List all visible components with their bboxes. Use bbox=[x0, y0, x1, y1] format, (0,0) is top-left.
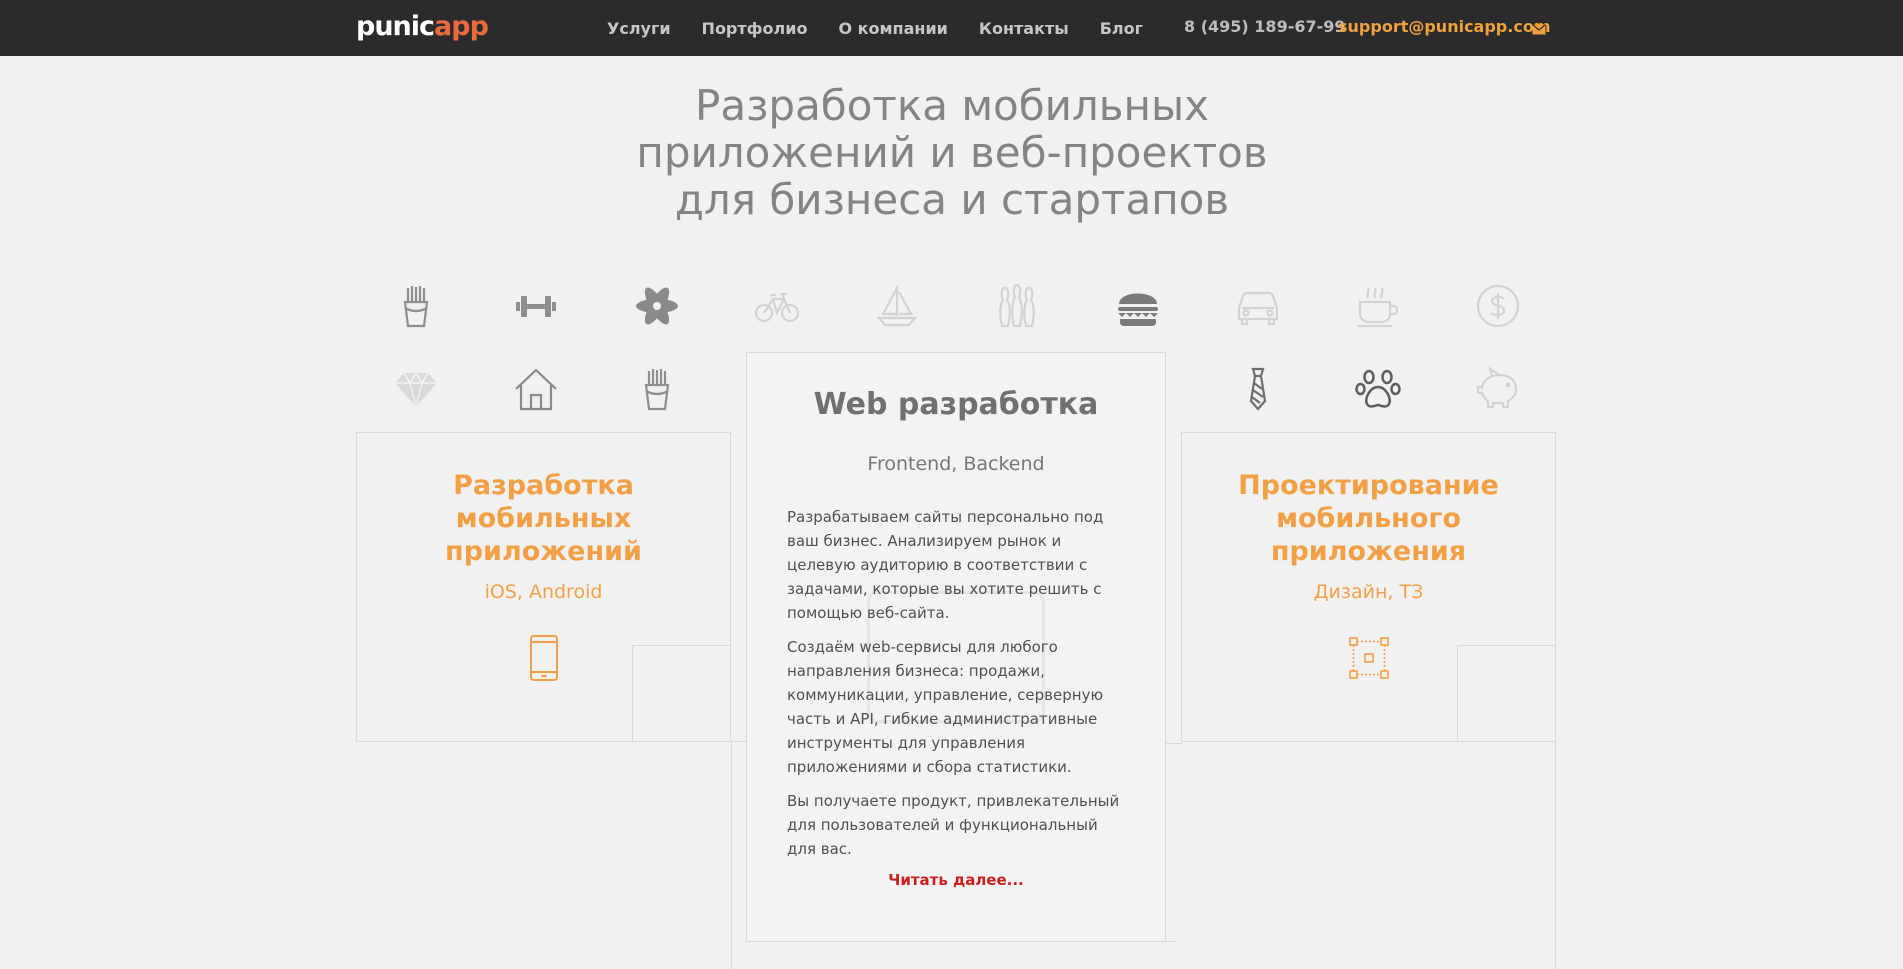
sailboat-icon bbox=[873, 282, 921, 330]
phone-number[interactable]: 8 (495) 189-67-99 bbox=[1184, 17, 1346, 36]
main-nav: Услуги Портфолио О компании Контакты Бло… bbox=[607, 0, 1174, 56]
card-title-line: Проектирование bbox=[1238, 470, 1499, 501]
coffee-cup-icon bbox=[1354, 282, 1402, 330]
divider bbox=[731, 741, 732, 969]
necktie-icon bbox=[1234, 365, 1282, 413]
top-navigation-bar: punicapp Услуги Портфолио О компании Кон… bbox=[0, 0, 1903, 56]
card-subtitle: Дизайн, ТЗ bbox=[1313, 581, 1424, 603]
bowling-pins-icon bbox=[993, 282, 1041, 330]
card-corner-notch bbox=[1457, 645, 1556, 742]
description-paragraph: Вы получаете продукт, привлекательный дл… bbox=[787, 792, 1120, 858]
divider bbox=[1166, 743, 1182, 744]
hero-title-line: Разработка мобильных bbox=[695, 81, 1209, 130]
nav-item-about[interactable]: О компании bbox=[838, 19, 947, 38]
card-title: Разработка мобильных приложений bbox=[357, 469, 730, 568]
logo-text-punic: punic bbox=[356, 11, 435, 42]
service-card-web-development: Web разработка Frontend, Backend Разраба… bbox=[746, 352, 1176, 942]
design-frame-icon bbox=[1345, 633, 1393, 683]
card-title-line: приложений bbox=[445, 536, 642, 567]
card-title-line: Разработка bbox=[453, 470, 634, 501]
hero-title: Разработка мобильных приложений и веб-пр… bbox=[552, 82, 1352, 223]
dollar-coin-icon bbox=[1474, 282, 1522, 330]
read-more-link[interactable]: Читать далее... bbox=[747, 871, 1165, 889]
email-link[interactable]: support@punicapp.com bbox=[1338, 17, 1550, 36]
smartphone-icon bbox=[520, 633, 568, 683]
divider bbox=[1555, 741, 1556, 969]
paw-icon bbox=[1354, 365, 1402, 413]
logo-text-app: app bbox=[434, 11, 489, 42]
piggy-bank-icon bbox=[1474, 365, 1522, 413]
divider bbox=[731, 741, 747, 742]
card-title: Web разработка bbox=[813, 387, 1099, 422]
card-title: Проектирование мобильного приложения bbox=[1182, 469, 1555, 568]
nav-item-blog[interactable]: Блог bbox=[1100, 19, 1143, 38]
envelope-icon[interactable] bbox=[1532, 22, 1546, 40]
card-description: Разрабатываем сайты персонально под ваш … bbox=[787, 505, 1129, 871]
card-subtitle: iOS, Android bbox=[484, 581, 603, 603]
card-corner-notch bbox=[632, 645, 731, 742]
diamond-icon bbox=[392, 365, 440, 413]
hero-title-line: приложений и веб-проектов bbox=[636, 128, 1268, 177]
dumbbell-icon bbox=[512, 282, 560, 330]
card-subtitle: Frontend, Backend bbox=[867, 453, 1045, 475]
service-card-app-design[interactable]: Проектирование мобильного приложения Диз… bbox=[1181, 432, 1556, 742]
atom-icon bbox=[633, 282, 681, 330]
fries-icon bbox=[633, 365, 681, 413]
divider bbox=[746, 941, 1176, 942]
hero-title-line: для бизнеса и стартапов bbox=[674, 175, 1230, 224]
service-card-mobile-development[interactable]: Разработка мобильных приложений iOS, And… bbox=[356, 432, 731, 742]
description-paragraph: Разрабатываем сайты персонально под ваш … bbox=[787, 508, 1104, 622]
card-title-line: мобильных bbox=[455, 503, 632, 534]
fries-icon bbox=[392, 282, 440, 330]
car-icon bbox=[1234, 282, 1282, 330]
logo[interactable]: punicapp bbox=[356, 10, 489, 44]
nav-item-contacts[interactable]: Контакты bbox=[979, 19, 1069, 38]
nav-item-services[interactable]: Услуги bbox=[607, 19, 671, 38]
description-paragraph: Создаём web-сервисы для любого направлен… bbox=[787, 638, 1104, 776]
house-icon bbox=[512, 365, 560, 413]
card-title-line: мобильного bbox=[1275, 503, 1462, 534]
card-title-line: приложения bbox=[1270, 536, 1467, 567]
bicycle-icon bbox=[753, 282, 801, 330]
nav-item-portfolio[interactable]: Портфолио bbox=[702, 19, 808, 38]
burger-icon bbox=[1114, 282, 1162, 330]
